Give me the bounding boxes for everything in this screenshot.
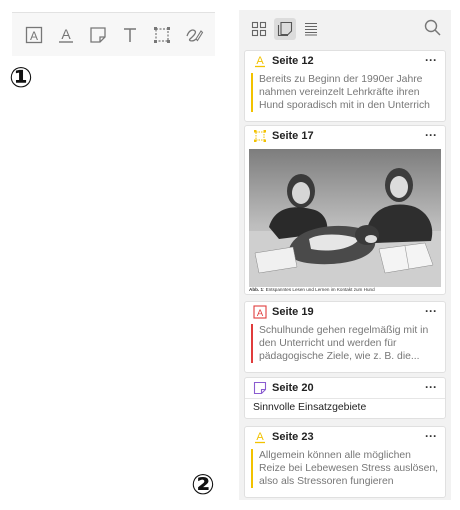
svg-text:A: A [61,26,71,42]
card-title: Seite 17 [272,130,314,142]
svg-text:A: A [256,55,264,67]
search-icon[interactable] [423,18,443,38]
svg-text:A: A [256,431,264,443]
area-text-highlight-icon: A [253,305,267,319]
highlight-color-bar [251,73,253,112]
highlight-color-bar [251,324,253,363]
svg-text:A: A [30,29,38,43]
svg-text:A: A [257,308,264,319]
caption-label: Abb. 1 [249,287,264,292]
annotation-excerpt: Schulhunde gehen regelmäßig mit in den U… [251,324,439,363]
annotation-excerpt: Allgemein können alle möglichen Reize be… [251,449,439,488]
area-select-icon [253,129,267,143]
card-title: Seite 12 [272,55,314,67]
caption-text: : Entspanntes Lesen und Lernen im Kontak… [263,287,375,292]
more-options-button[interactable]: ··· [425,53,437,67]
annotations-panel: A Seite 12 ··· Bereits zu Beginn der 199… [239,10,451,500]
annotation-card[interactable]: A Seite 23 ··· Allgemein können alle mög… [244,426,446,498]
highlight-color-bar [251,449,253,488]
annotation-excerpt: Bereits zu Beginn der 1990er Jahre nahme… [251,73,439,112]
callout-marker-1: ① [9,61,33,94]
card-title: Seite 23 [272,431,314,443]
more-options-button[interactable]: ··· [425,380,437,394]
note-text: Sinnvolle Einsatzgebiete [245,398,445,417]
panel-header [239,10,451,48]
image-caption: Abb. 1: Entspanntes Lesen und Lernen im … [245,287,445,294]
area-text-highlight-icon[interactable]: A [22,23,46,47]
callout-marker-2: ② [191,468,215,501]
note-icon [253,381,267,395]
annotation-image [249,149,441,287]
annotation-card[interactable]: A Seite 12 ··· Bereits zu Beginn der 199… [244,50,446,122]
more-options-button[interactable]: ··· [425,128,437,142]
excerpt-text: Allgemein können alle möglichen Reize be… [259,450,439,487]
excerpt-text: Bereits zu Beginn der 1990er Jahre nahme… [259,74,430,111]
text-tool-icon[interactable] [118,23,142,47]
area-select-icon[interactable] [150,23,174,47]
card-title: Seite 20 [272,382,314,394]
annotation-card[interactable]: A Seite 19 ··· Schulhunde gehen regelmäß… [244,301,446,373]
text-underline-icon[interactable]: A [54,23,78,47]
ink-pen-icon[interactable] [182,23,206,47]
note-icon[interactable] [86,23,110,47]
more-options-button[interactable]: ··· [425,429,437,443]
text-underline-icon: A [253,54,267,68]
more-options-button[interactable]: ··· [425,304,437,318]
annotation-card[interactable]: Seite 20 ··· Sinnvolle Einsatzgebiete [244,377,446,419]
text-underline-icon: A [253,430,267,444]
annotation-card[interactable]: Seite 17 ··· Abb. 1: Entspanntes Lesen u… [244,125,446,295]
grid-view-icon[interactable] [248,18,270,40]
annotation-toolbar: A A [12,12,215,56]
card-title: Seite 19 [272,306,314,318]
list-view-icon[interactable] [300,18,322,40]
annotations-view-icon[interactable] [274,18,296,40]
excerpt-text: Schulhunde gehen regelmäßig mit in den U… [259,325,429,362]
